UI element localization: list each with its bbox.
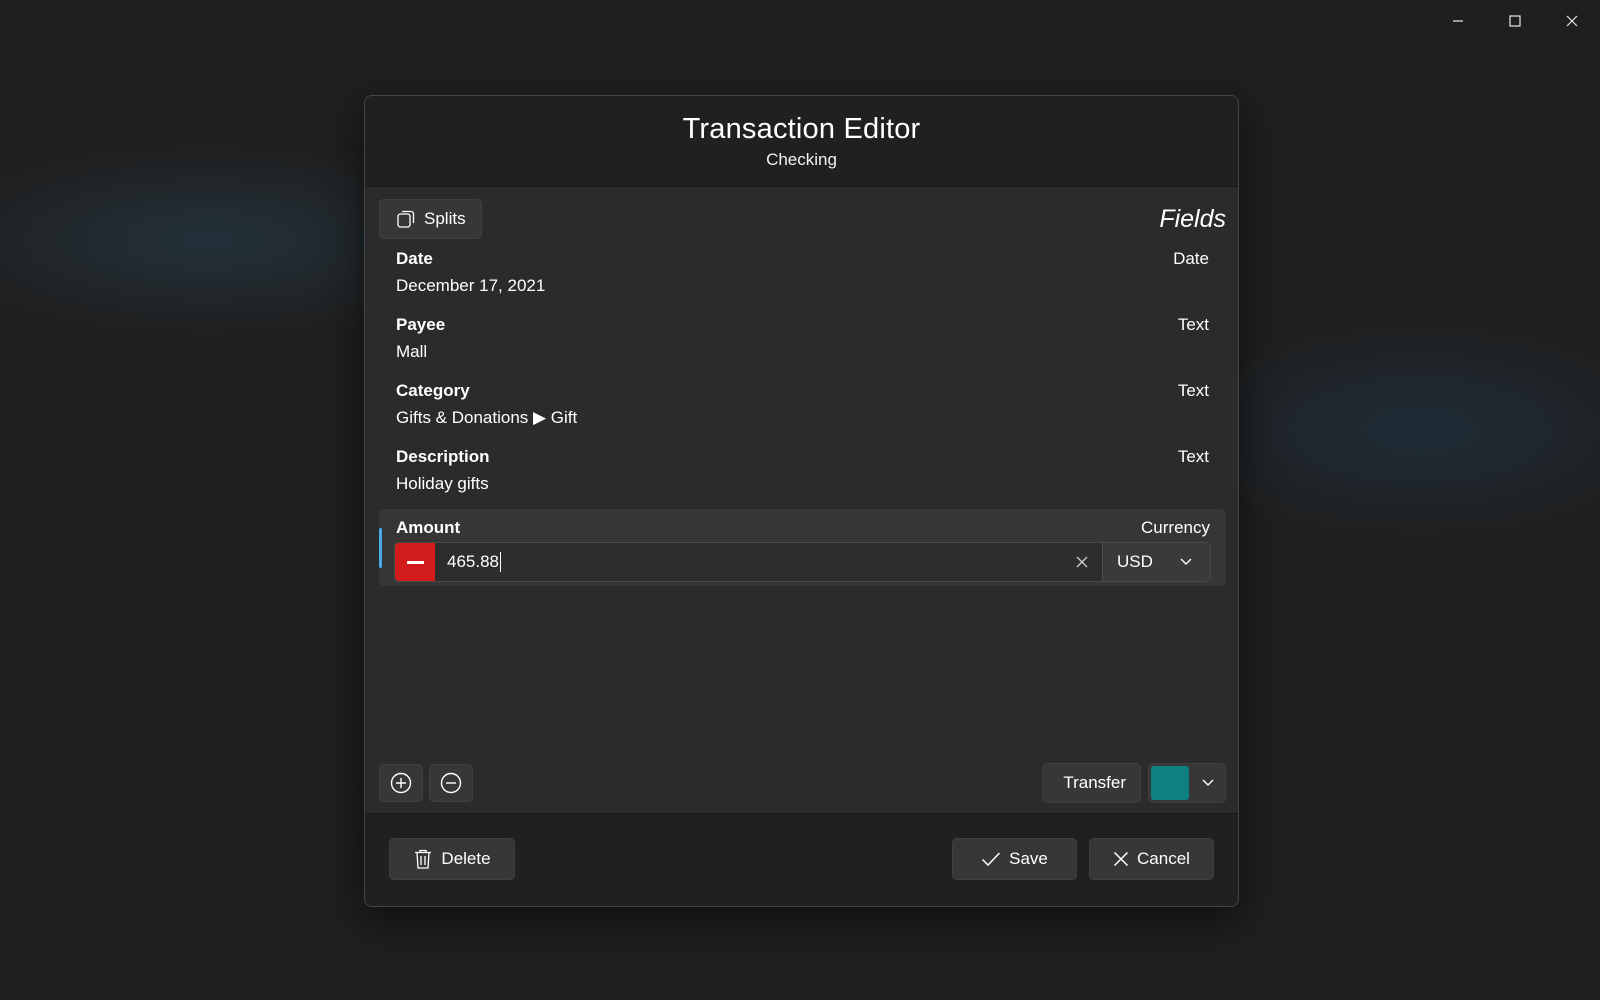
copy-icon — [397, 210, 415, 228]
amount-input[interactable]: 465.88 USD — [394, 542, 1211, 582]
field-value: December 17, 2021 — [396, 276, 546, 295]
field-type: Text — [1177, 447, 1209, 466]
color-swatch — [1151, 766, 1189, 800]
transaction-editor-dialog: Transaction Editor Checking Splits Field… — [364, 95, 1239, 907]
chevron-down-icon — [1202, 779, 1214, 786]
field-amount: Amount Currency 465.88 USD — [379, 509, 1226, 586]
cancel-button[interactable]: Cancel — [1089, 838, 1214, 880]
window-caption-controls — [1429, 0, 1600, 42]
field-type: Currency — [1141, 518, 1210, 537]
field-tools: Transfer — [379, 763, 1226, 803]
dialog-title: Transaction Editor — [682, 112, 921, 145]
selection-indicator — [379, 528, 382, 568]
field-label: Category — [396, 381, 470, 400]
field-date[interactable]: Date Date December 17, 2021 — [396, 249, 1209, 299]
splits-label: Splits — [424, 209, 466, 228]
dialog-header: Transaction Editor Checking — [365, 96, 1238, 187]
clear-button[interactable] — [1062, 543, 1102, 581]
minimize-button[interactable] — [1429, 0, 1486, 42]
amount-value-field[interactable]: 465.88 — [435, 543, 1062, 581]
close-button[interactable] — [1543, 0, 1600, 42]
field-value: Gifts & Donations ▶ Gift — [396, 408, 578, 427]
dialog-subtitle: Checking — [766, 149, 837, 169]
field-type: Text — [1177, 315, 1209, 334]
maximize-button[interactable] — [1486, 0, 1543, 42]
minimize-icon — [1452, 20, 1463, 22]
text-caret — [500, 552, 501, 572]
checkmark-icon — [982, 852, 1001, 867]
field-category[interactable]: Category Text Gifts & Donations ▶ Gift — [396, 381, 1209, 431]
delete-label: Delete — [441, 849, 491, 868]
maximize-icon — [1508, 15, 1521, 27]
field-label: Date — [396, 249, 433, 268]
field-value: Holiday gifts — [396, 474, 489, 493]
field-type: Date — [1173, 249, 1209, 268]
dialog-toolbar: Splits Fields — [379, 199, 1226, 239]
field-label: Description — [396, 447, 490, 466]
amount-value: 465.88 — [447, 552, 499, 571]
remove-field-button[interactable] — [429, 764, 473, 802]
close-icon — [1076, 556, 1088, 568]
save-label: Save — [1009, 849, 1048, 868]
add-circle-icon — [390, 772, 412, 794]
trash-icon — [415, 849, 432, 869]
field-value: Mall — [396, 342, 428, 361]
field-label: Payee — [396, 315, 446, 334]
transfer-button[interactable]: Transfer — [1042, 763, 1141, 803]
currency-value: USD — [1117, 552, 1153, 571]
cancel-label: Cancel — [1137, 849, 1190, 868]
fields-heading: Fields — [1159, 204, 1226, 233]
sign-toggle-button[interactable] — [395, 543, 435, 581]
close-icon — [1114, 851, 1129, 867]
delete-button[interactable]: Delete — [389, 838, 515, 880]
field-payee[interactable]: Payee Text Mall — [396, 315, 1209, 365]
currency-dropdown[interactable]: USD — [1102, 543, 1210, 581]
close-icon — [1566, 15, 1577, 27]
field-description[interactable]: Description Text Holiday gifts — [396, 447, 1209, 497]
field-label: Amount — [396, 518, 461, 537]
save-button[interactable]: Save — [952, 838, 1077, 880]
dialog-footer: Delete Save Cancel — [365, 813, 1238, 906]
splits-button[interactable]: Splits — [379, 199, 482, 239]
remove-circle-icon — [440, 772, 462, 794]
chevron-down-icon — [1180, 558, 1192, 565]
add-field-button[interactable] — [379, 764, 423, 802]
minus-icon — [406, 560, 424, 564]
field-type: Text — [1177, 381, 1209, 400]
color-picker-dropdown[interactable] — [1148, 763, 1226, 803]
